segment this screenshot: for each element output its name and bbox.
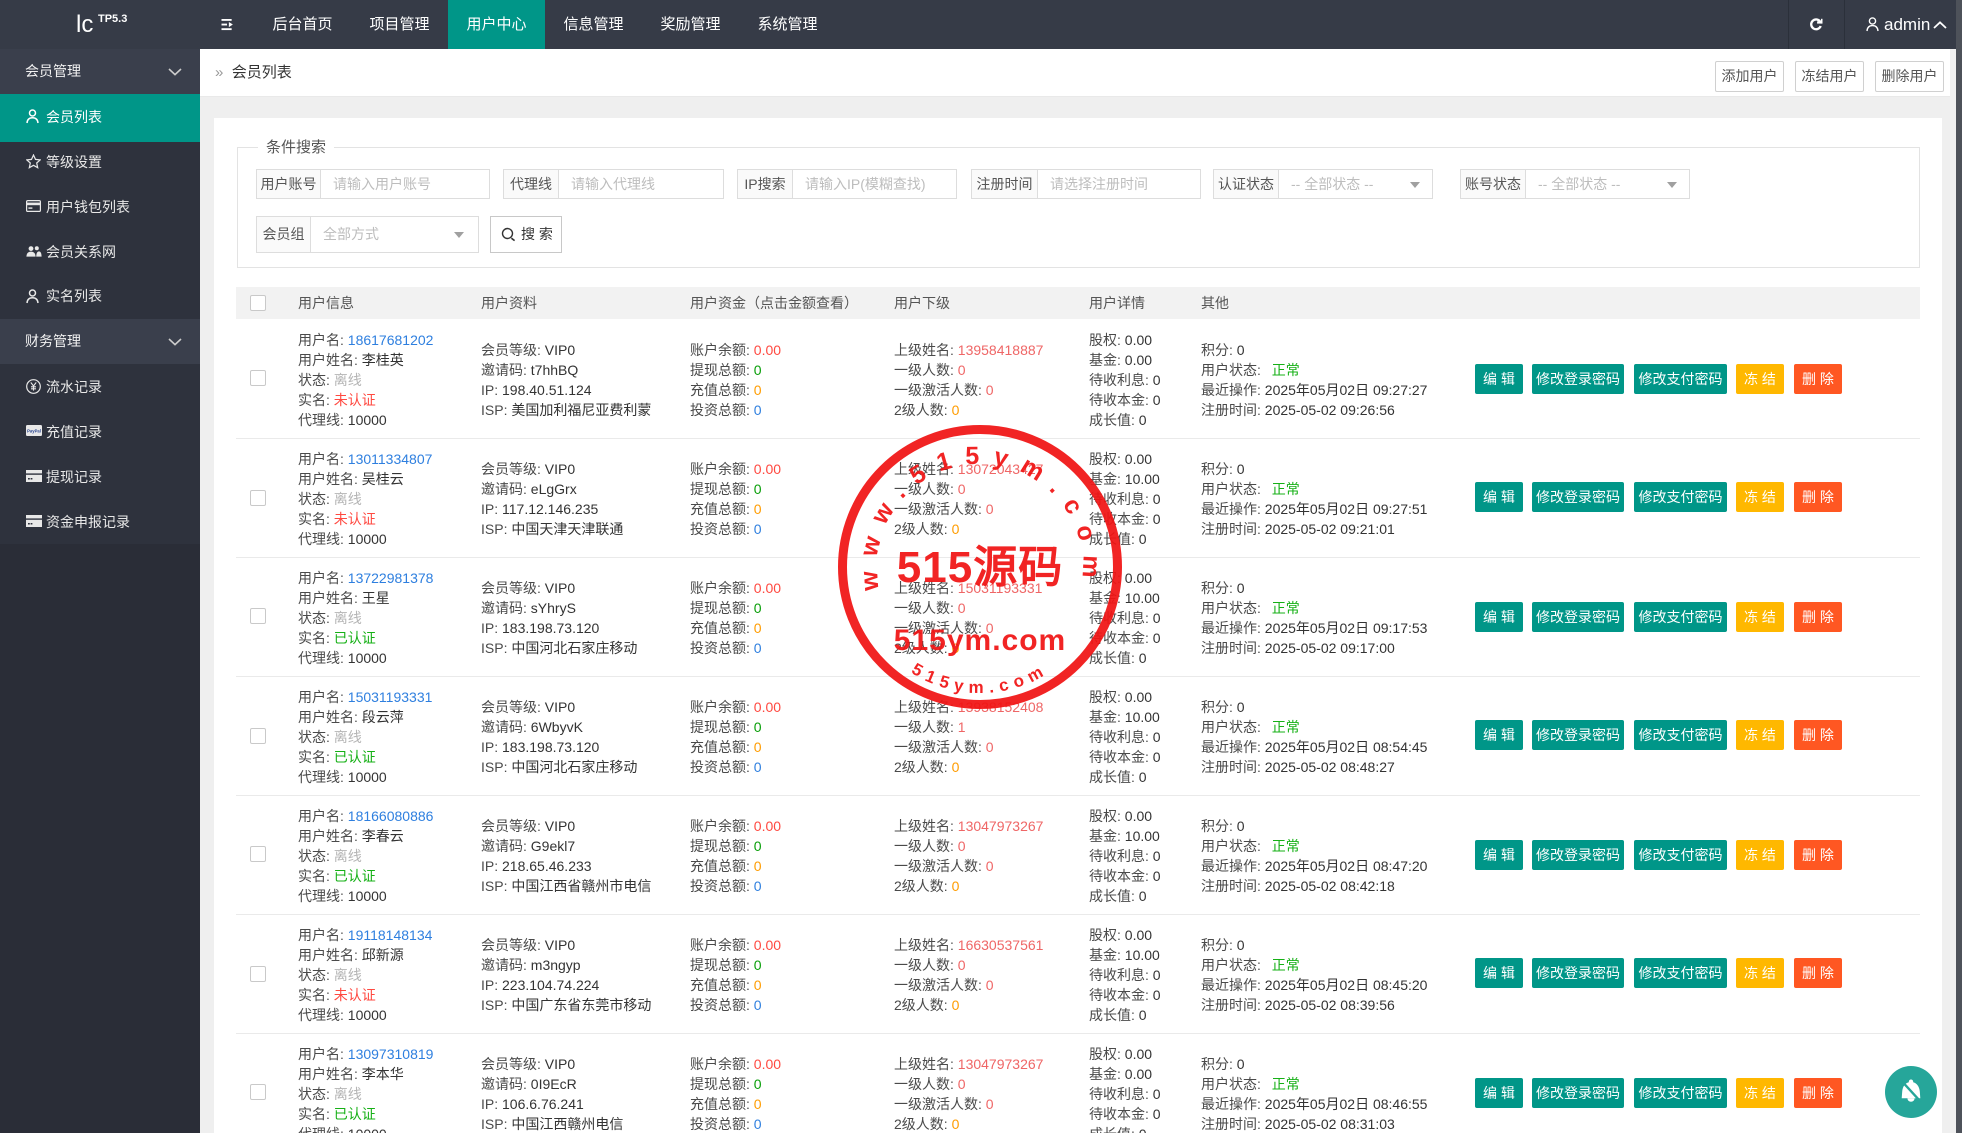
svg-text:PayPal: PayPal xyxy=(27,429,41,434)
svg-text:515ym.com: 515ym.com xyxy=(894,624,1066,657)
svg-text:515源码: 515源码 xyxy=(897,543,1063,592)
